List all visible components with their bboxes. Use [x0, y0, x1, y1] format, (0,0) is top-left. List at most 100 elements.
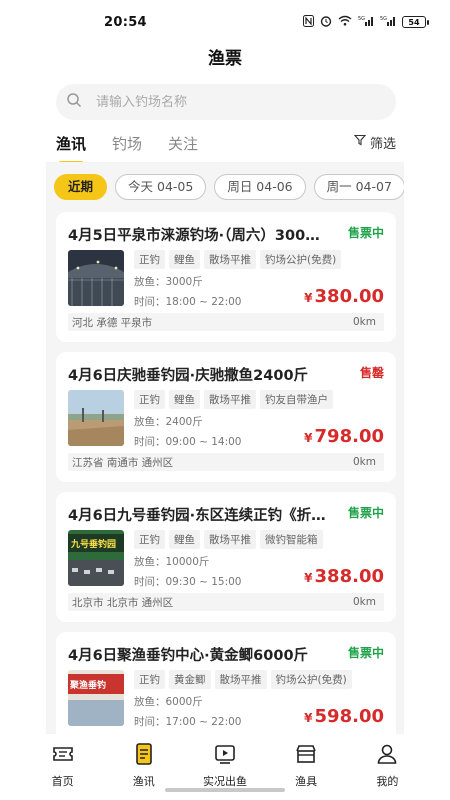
location-text: 河北 承德 平泉市	[72, 316, 153, 329]
location-bar: 江苏省 南通市 通州区 0km	[68, 453, 384, 471]
distance-text: 0km	[353, 456, 376, 468]
nav-label: 渔讯	[132, 775, 155, 788]
news-icon	[132, 738, 156, 773]
tag: 正钓	[134, 670, 165, 689]
filter-button[interactable]: 筛选	[353, 130, 396, 154]
signal-icon-2: 5G	[380, 15, 396, 29]
status-icons: 5G 5G 54	[303, 14, 429, 30]
card-title: 4月5日平泉市涞源钓场·（周六）300…	[68, 228, 320, 244]
ticket-card[interactable]: 4月6日庆驰垂钓园·庆驰撒鱼2400斤 售罄 正钓 鲤鱼 散场平推 钓友自带渔户…	[56, 352, 396, 482]
price: ¥380.00	[304, 286, 384, 307]
tab-venues[interactable]: 钓场	[112, 130, 142, 158]
tag: 微钓智能箱	[260, 530, 323, 549]
tab-news[interactable]: 渔讯	[56, 130, 86, 158]
date-pill-sunday[interactable]: 周日 04-06	[214, 174, 306, 200]
location-text: 北京市 北京市 通州区	[72, 596, 174, 609]
card-title: 4月6日庆驰垂钓园·庆驰撒鱼2400斤	[68, 368, 309, 384]
fish-amount: 放鱼：2400斤	[134, 416, 203, 428]
currency-symbol: ¥	[304, 431, 313, 445]
search-input[interactable]	[96, 94, 376, 110]
content-area[interactable]: 近期 今天 04-05 周日 04-06 周一 04-07 4月5日平泉市涞源钓…	[46, 162, 404, 734]
location-bar: 河北 承德 平泉市 0km	[68, 313, 384, 331]
location-bar: 北京市 北京市 通州区 0km	[68, 593, 384, 611]
tag: 散场平推	[204, 250, 256, 269]
tag: 黄金鲫	[169, 670, 211, 689]
search-box[interactable]	[56, 84, 396, 120]
battery-icon: 54	[402, 16, 429, 28]
price-value: 388.00	[314, 566, 384, 587]
venue-thumbnail: 聚渔垂钓	[68, 670, 124, 726]
nav-label: 渔具	[295, 775, 318, 788]
filter-icon	[353, 134, 367, 150]
nav-home[interactable]: 首页	[28, 738, 98, 800]
signal-icon: 5G	[358, 15, 374, 29]
tag: 鲤鱼	[169, 250, 200, 269]
tag: 钓友自带渔户	[260, 390, 333, 409]
tag-list: 正钓 鲤鱼 散场平推 钓场公护(免费)	[134, 250, 342, 269]
tag-list: 正钓 鲤鱼 散场平推 钓友自带渔户	[134, 390, 333, 409]
venue-thumbnail	[68, 390, 124, 446]
alarm-icon	[320, 15, 332, 30]
card-title: 4月6日九号垂钓园·东区连续正钓《折…	[68, 508, 326, 524]
tag: 正钓	[134, 250, 165, 269]
ticket-icon	[51, 738, 75, 773]
tag: 散场平推	[204, 390, 256, 409]
tag: 正钓	[134, 530, 165, 549]
session-time: 时间：17:00 ~ 22:00	[134, 716, 242, 728]
shop-icon	[294, 738, 318, 773]
nav-label: 实况出鱼	[202, 775, 247, 788]
nav-label: 首页	[51, 775, 74, 788]
price-value: 798.00	[314, 426, 384, 447]
currency-symbol: ¥	[304, 291, 313, 305]
price-value: 380.00	[314, 286, 384, 307]
distance-text: 0km	[353, 596, 376, 608]
thumb-text: 九号垂钓园	[70, 538, 116, 550]
nav-label: 我的	[376, 775, 399, 788]
ticket-card[interactable]: 4月6日九号垂钓园·东区连续正钓《折… 售票中 九号垂钓园 正钓 鲤鱼 散场平推…	[56, 492, 396, 622]
currency-symbol: ¥	[304, 711, 313, 725]
currency-symbol: ¥	[304, 571, 313, 585]
venue-thumbnail: 九号垂钓园	[68, 530, 124, 586]
price: ¥798.00	[304, 426, 384, 447]
ticket-card[interactable]: 4月6日聚渔垂钓中心·黄金鲫6000斤 售票中 聚渔垂钓 正钓 黄金鲫 散场平推…	[56, 632, 396, 734]
user-icon	[375, 738, 399, 773]
date-pill-monday[interactable]: 周一 04-07	[313, 174, 404, 200]
price-value: 598.00	[314, 706, 384, 727]
tag: 正钓	[134, 390, 165, 409]
session-time: 时间：18:00 ~ 22:00	[134, 296, 242, 308]
wifi-icon	[338, 15, 352, 29]
tag-list: 正钓 鲤鱼 散场平推 微钓智能箱	[134, 530, 323, 549]
fish-amount: 放鱼：10000斤	[134, 556, 210, 568]
tag: 钓场公护(免费)	[270, 670, 352, 689]
ticket-card[interactable]: 4月5日平泉市涞源钓场·（周六）300… 售票中 正钓 鲤鱼 散场平推 钓场公护…	[56, 212, 396, 342]
location-text: 江苏省 南通市 通州区	[72, 456, 174, 469]
filter-label: 筛选	[369, 136, 396, 152]
price: ¥598.00	[304, 706, 384, 727]
nfc-icon	[303, 14, 314, 30]
tag: 鲤鱼	[169, 390, 200, 409]
status-bar: 20:54 5G 5G 54	[0, 0, 450, 44]
tab-following[interactable]: 关注	[168, 130, 198, 158]
status-badge: 售票中	[347, 506, 384, 520]
fish-amount: 放鱼：3000斤	[134, 276, 203, 288]
tab-bar: 渔讯 钓场 关注	[56, 128, 198, 160]
date-pill-today[interactable]: 今天 04-05	[115, 174, 207, 200]
nav-profile[interactable]: 我的	[352, 738, 422, 800]
thumb-text: 聚渔垂钓	[69, 679, 106, 691]
price: ¥388.00	[304, 566, 384, 587]
tag: 钓场公护(免费)	[260, 250, 342, 269]
status-badge: 售罄	[359, 366, 384, 380]
search-icon	[66, 92, 82, 112]
date-pill-recent[interactable]: 近期	[54, 174, 108, 200]
venue-thumbnail	[68, 250, 124, 306]
date-filter-row: 近期 今天 04-05 周日 04-06 周一 04-07	[54, 174, 404, 200]
video-icon	[213, 738, 237, 773]
signal-5g-label-2: 5G	[380, 16, 387, 22]
status-badge: 售票中	[347, 646, 384, 660]
home-indicator[interactable]	[165, 788, 285, 792]
page-title: 渔票	[208, 49, 242, 69]
distance-text: 0km	[353, 316, 376, 328]
session-time: 时间：09:00 ~ 14:00	[134, 436, 242, 448]
signal-5g-label: 5G	[358, 16, 365, 22]
tag: 散场平推	[204, 530, 256, 549]
